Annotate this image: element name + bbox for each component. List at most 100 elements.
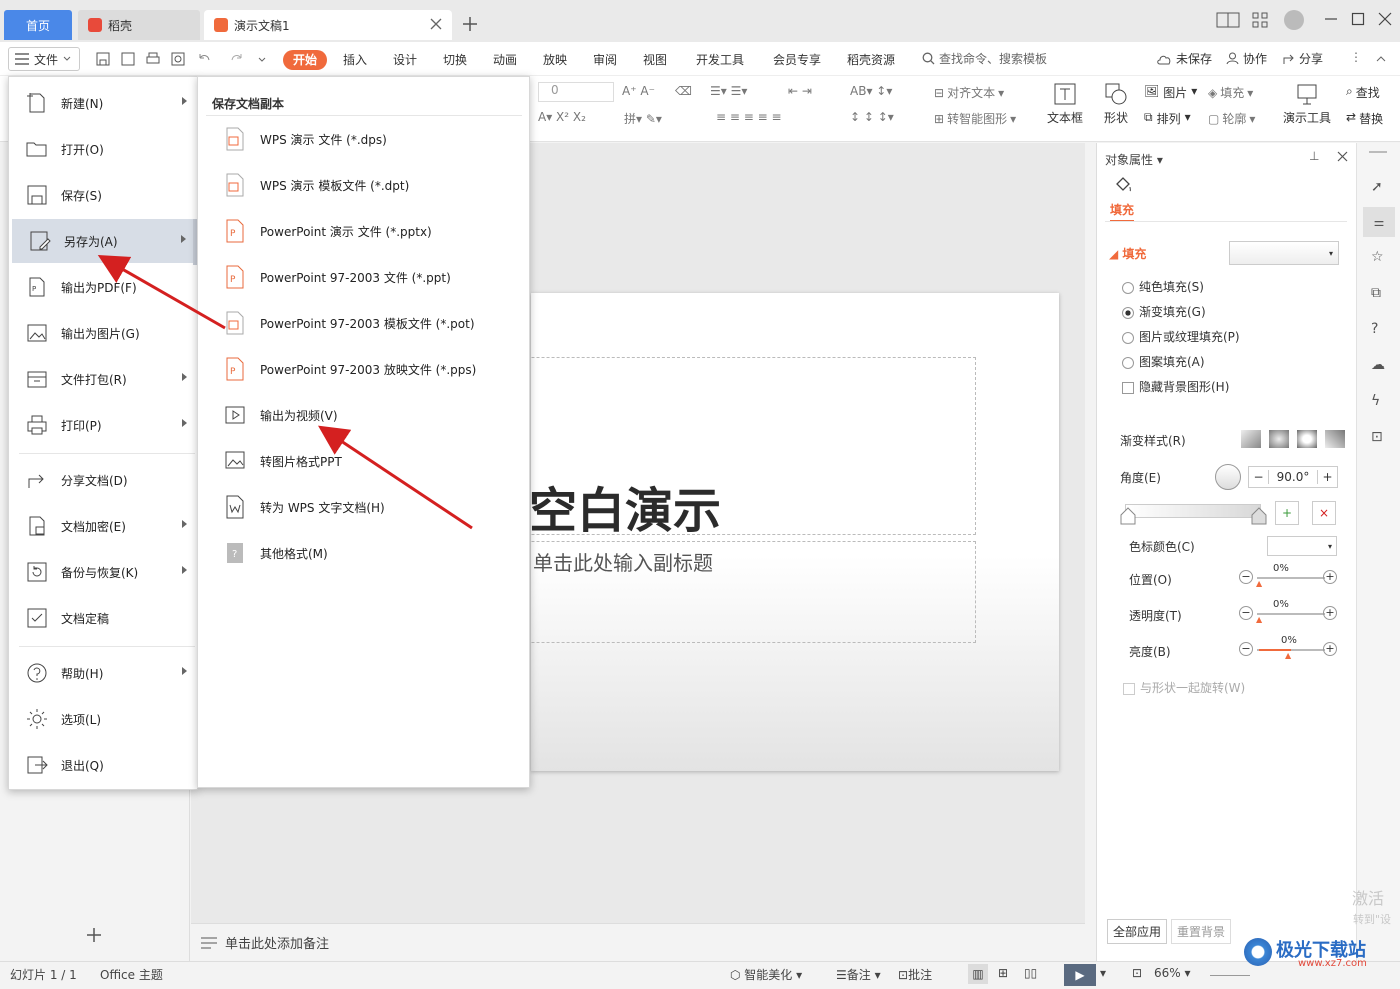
lightning-icon[interactable]: ϟ [1371, 393, 1380, 409]
picture-fill-option[interactable]: 图片或纹理填充(P) [1122, 328, 1240, 345]
pinyin-icon[interactable]: 拼▾ ✎▾ [624, 110, 662, 127]
add-slide-plus-icon[interactable] [86, 927, 102, 943]
export-quick-icon[interactable] [121, 52, 135, 66]
reading-view-icon[interactable]: ▯▯ [1024, 966, 1037, 980]
save-as-item-pot-file[interactable]: PowerPoint 97-2003 模板文件 (*.pot) [198, 303, 529, 343]
solid-fill-option[interactable]: 纯色填充(S) [1122, 278, 1204, 295]
save-as-item-dps-file[interactable]: WPS 演示 文件 (*.dps) [198, 119, 529, 159]
file-menu-item-save[interactable]: 保存(S) [9, 173, 195, 217]
tab-daoke[interactable]: 稻壳 [78, 10, 200, 40]
pattern-fill-option[interactable]: 图案填充(A) [1122, 353, 1205, 370]
redo-icon[interactable] [230, 52, 244, 66]
close-window-icon[interactable] [1378, 12, 1392, 26]
position-slider-thumb[interactable]: ▲ [1256, 579, 1262, 588]
normal-view-icon[interactable]: ▥ [968, 964, 988, 984]
transparency-slider-thumb[interactable]: ▲ [1256, 615, 1262, 624]
angle-stepper[interactable]: − 90.0° + [1248, 466, 1338, 488]
notes-toggle-button[interactable]: ☰备注 ▾ [836, 966, 881, 983]
collapse-ribbon-icon[interactable] [1376, 55, 1386, 63]
new-tab-plus-icon[interactable] [462, 16, 478, 32]
file-menu-item-exit[interactable]: 退出(Q) [9, 743, 195, 787]
save-as-item-image-ppt[interactable]: 转图片格式PPT [198, 441, 529, 481]
fill-section-header[interactable]: ◢ 填充 [1109, 245, 1146, 262]
close-tab-icon[interactable] [430, 18, 442, 30]
position-increase-icon[interactable]: + [1323, 570, 1337, 584]
presentation-tools-button[interactable]: 演示工具 [1276, 82, 1338, 126]
avatar[interactable] [1284, 10, 1304, 30]
transparency-increase-icon[interactable]: + [1323, 606, 1337, 620]
stop-color-dropdown[interactable]: ▾ [1267, 536, 1337, 556]
close-panel-icon[interactable] [1337, 151, 1348, 162]
gradient-stop-left[interactable] [1120, 507, 1136, 525]
angle-decrease-button[interactable]: − [1249, 470, 1269, 484]
grid-view-icon[interactable]: ⊞ [998, 966, 1008, 980]
tab-daoke-resources[interactable]: 稻壳资源 [847, 50, 895, 70]
gradient-bar[interactable] [1125, 504, 1261, 518]
bullet-list-icon[interactable]: ☰▾ ☰▾ [710, 84, 747, 98]
fit-window-icon[interactable]: ⊡ [1132, 966, 1142, 980]
tab-insert[interactable]: 插入 [343, 50, 367, 70]
slide[interactable]: 空白演示 单击此处输入副标题 [391, 293, 1059, 771]
gradient-radial-swatch[interactable] [1269, 430, 1289, 448]
tab-fill[interactable]: 填充 [1110, 201, 1135, 222]
file-menu-item-save-as[interactable]: 另存为(A) [12, 219, 194, 263]
font-size-input[interactable]: 0 [538, 82, 614, 102]
pin-icon[interactable]: ⊥ [1309, 149, 1319, 163]
clear-format-icon[interactable]: ⌫ [675, 84, 692, 98]
drag-handle[interactable] [1369, 151, 1387, 153]
properties-sliders-icon[interactable]: ⚌ [1363, 207, 1395, 237]
outline-button[interactable]: ▢ 轮廓 ▾ [1208, 110, 1255, 127]
tab-view[interactable]: 视图 [643, 50, 667, 70]
window-layout-icon[interactable] [1216, 12, 1240, 28]
brightness-increase-icon[interactable]: + [1323, 642, 1337, 656]
file-menu-item-print[interactable]: 打印(P) [9, 403, 195, 447]
transparency-slider[interactable] [1257, 613, 1325, 615]
rotate-with-shape-option[interactable]: 与形状一起旋转(W) [1123, 679, 1245, 696]
save-as-item-pps-file[interactable]: P PowerPoint 97-2003 放映文件 (*.pps) [198, 349, 529, 389]
slideshow-dropdown-icon[interactable]: ▾ [1100, 966, 1106, 980]
file-menu-item-settings[interactable]: 选项(L) [9, 697, 195, 741]
maximize-icon[interactable] [1351, 12, 1365, 26]
reset-background-button[interactable]: 重置背景 [1171, 919, 1232, 944]
file-menu-item-pdf-export[interactable]: P 输出为PDF(F) [9, 265, 195, 309]
file-menu-item-share[interactable]: 分享文档(D) [9, 458, 195, 502]
position-slider[interactable] [1257, 577, 1325, 579]
tab-animation[interactable]: 动画 [493, 50, 517, 70]
save-as-item-video-export[interactable]: 输出为视频(V) [198, 395, 529, 435]
gradient-path-swatch[interactable] [1325, 430, 1345, 448]
file-menu-item-finalize[interactable]: 文档定稿 [9, 596, 195, 640]
save-quick-icon[interactable] [96, 52, 110, 66]
unsaved-button[interactable]: 未保存 [1157, 50, 1212, 67]
gradient-rect-swatch[interactable] [1297, 430, 1317, 448]
gradient-fill-option[interactable]: 渐变填充(G) [1122, 303, 1206, 320]
more-options-icon[interactable]: ⋮ [1350, 50, 1362, 64]
minimize-icon[interactable] [1324, 12, 1338, 26]
file-menu-item-encrypt[interactable]: 文档加密(E) [9, 504, 195, 548]
font-color-icon[interactable]: A▾ X² X₂ [538, 110, 586, 124]
theme-name[interactable]: Office 主题 [100, 966, 163, 983]
arrange-button[interactable]: ⧉ 排列 ▾ [1144, 110, 1191, 127]
tab-review[interactable]: 审阅 [593, 50, 617, 70]
brightness-decrease-icon[interactable]: − [1239, 642, 1253, 656]
gradient-stop-right[interactable] [1251, 507, 1267, 525]
star-icon[interactable]: ☆ [1371, 249, 1384, 265]
slides-icon[interactable]: ⧉ [1371, 285, 1381, 301]
print-quick-icon[interactable] [146, 52, 160, 66]
picture-button[interactable]: 🖼 图片 ▾ [1144, 84, 1197, 101]
zoom-dropdown[interactable]: 66% ▾ [1154, 966, 1191, 980]
save-as-item-pptx-file[interactable]: P PowerPoint 演示 文件 (*.pptx) [198, 211, 529, 251]
tab-developer[interactable]: 开发工具 [696, 50, 744, 70]
tab-document[interactable]: 演示文稿1 [204, 10, 452, 40]
comments-button[interactable]: ⊡批注 [898, 966, 932, 983]
angle-increase-button[interactable]: + [1317, 470, 1337, 484]
tab-member[interactable]: 会员专享 [773, 50, 821, 70]
file-menu-item-folder-open[interactable]: 打开(O) [9, 127, 195, 171]
hide-bg-graphics-option[interactable]: 隐藏背景图形(H) [1122, 378, 1229, 395]
transparency-decrease-icon[interactable]: − [1239, 606, 1253, 620]
shape-button[interactable]: 形状 [1096, 82, 1136, 126]
tab-slideshow[interactable]: 放映 [543, 50, 567, 70]
save-as-item-dpt-file[interactable]: WPS 演示 模板文件 (*.dpt) [198, 165, 529, 205]
align-text-button[interactable]: ⊟ 对齐文本 ▾ [934, 84, 1004, 101]
collaborate-button[interactable]: 协作 [1226, 50, 1267, 67]
save-as-item-wps-writer[interactable]: 转为 WPS 文字文档(H) [198, 487, 529, 527]
